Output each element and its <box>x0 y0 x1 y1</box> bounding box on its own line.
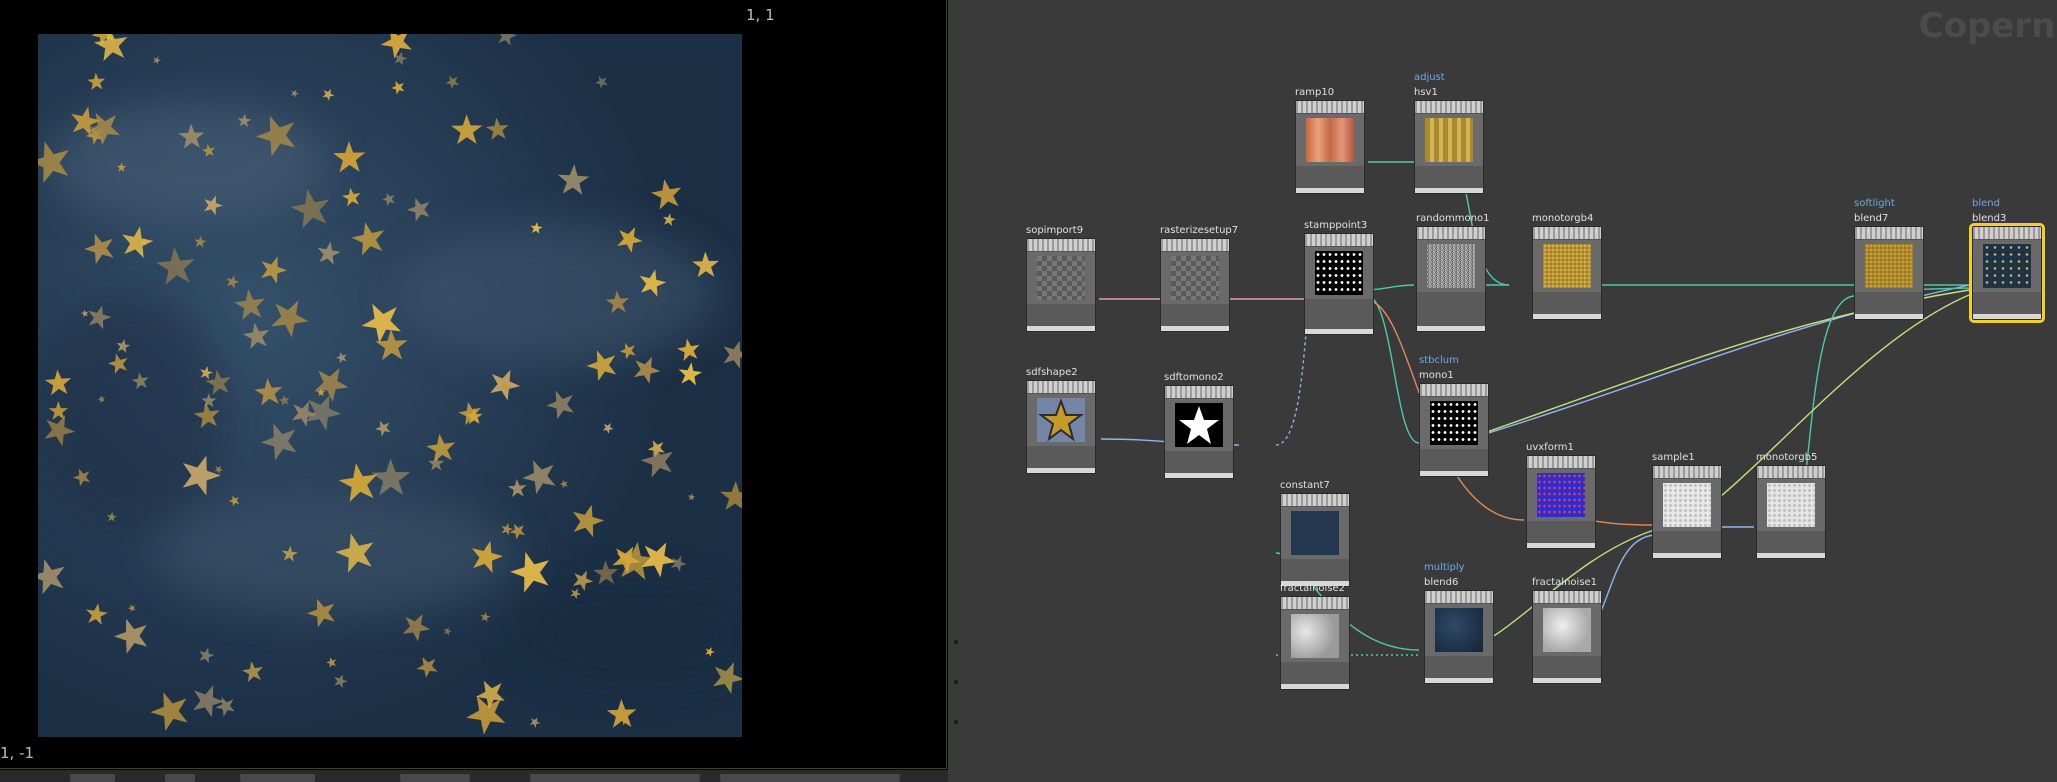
node-tag: softlight <box>1854 198 1895 209</box>
node-label: mono1 <box>1419 370 1454 381</box>
render-canvas[interactable] <box>38 34 742 737</box>
node-blend6[interactable]: multiply blend6 <box>1424 562 1494 684</box>
node-label: sopimport9 <box>1026 225 1084 236</box>
node-thumbnail <box>1291 614 1339 658</box>
network-editor[interactable]: Coperni ramp10 adjust hsv1 sopimport9 ra… <box>964 0 2057 782</box>
node-thumbnail <box>1037 256 1085 300</box>
node-uvxform1[interactable]: uvxform1 <box>1526 442 1596 549</box>
node-thumbnail <box>1865 244 1913 288</box>
node-label: blend7 <box>1854 213 1889 224</box>
node-thumbnail <box>1543 244 1591 288</box>
node-label: monotorgb4 <box>1532 213 1594 224</box>
node-thumbnail <box>1983 244 2031 288</box>
node-sdftomono2[interactable]: sdftomono2 <box>1164 372 1234 479</box>
coord-top-right: 1, 1 <box>746 6 775 24</box>
node-label: uvxform1 <box>1526 442 1574 453</box>
node-label: hsv1 <box>1414 87 1438 98</box>
viewer-toolbar <box>0 770 948 782</box>
node-rasterizesetup7[interactable]: rasterizesetup7 <box>1160 225 1238 332</box>
toolbar-control[interactable] <box>720 774 900 782</box>
node-label: monotorgb5 <box>1756 452 1818 463</box>
node-tag: blend <box>1972 198 2000 209</box>
toolbar-control[interactable] <box>240 774 315 782</box>
node-thumbnail <box>1430 401 1478 445</box>
node-label: sample1 <box>1652 452 1695 463</box>
image-viewer[interactable]: 1, 1 1, -1 <box>0 0 948 782</box>
node-thumbnail <box>1171 256 1219 300</box>
node-ramp10[interactable]: ramp10 <box>1295 87 1365 194</box>
node-label: constant7 <box>1280 480 1330 491</box>
pane-divider[interactable] <box>948 0 964 782</box>
node-fractalnoise1[interactable]: fractalnoise1 <box>1532 577 1602 684</box>
node-monotorgb5[interactable]: monotorgb5 <box>1756 452 1826 559</box>
node-hsv1[interactable]: adjust hsv1 <box>1414 72 1484 194</box>
node-label: sdftomono2 <box>1164 372 1224 383</box>
node-label: fractalnoise2 <box>1280 583 1346 594</box>
node-tag: stbclum <box>1419 355 1459 366</box>
node-tag: adjust <box>1414 72 1445 83</box>
node-fractalnoise2[interactable]: fractalnoise2 <box>1280 583 1350 690</box>
node-thumbnail <box>1663 483 1711 527</box>
node-sopimport9[interactable]: sopimport9 <box>1026 225 1096 332</box>
node-thumbnail <box>1175 403 1223 447</box>
node-thumbnail <box>1315 251 1363 295</box>
node-blend3[interactable]: blend blend3 <box>1969 198 2045 323</box>
node-label: stamppoint3 <box>1304 220 1368 231</box>
node-label: randommono1 <box>1416 213 1490 224</box>
node-thumbnail <box>1767 483 1815 527</box>
divider-grip-icon[interactable] <box>954 720 958 724</box>
node-mono1[interactable]: stbclum mono1 <box>1419 355 1489 477</box>
node-thumbnail <box>1291 511 1339 555</box>
node-label: ramp10 <box>1295 87 1335 98</box>
node-tag: multiply <box>1424 562 1465 573</box>
node-thumbnail <box>1425 118 1473 162</box>
node-constant7[interactable]: constant7 <box>1280 480 1350 587</box>
node-thumbnail <box>1537 473 1585 517</box>
node-stamppoint3[interactable]: stamppoint3 <box>1304 220 1374 335</box>
toolbar-control[interactable] <box>530 774 700 782</box>
node-thumbnail <box>1427 244 1475 288</box>
node-label: blend6 <box>1424 577 1459 588</box>
toolbar-control[interactable] <box>70 774 115 782</box>
toolbar-control[interactable] <box>165 774 195 782</box>
divider-grip-icon[interactable] <box>954 640 958 644</box>
node-randommono1[interactable]: randommono1 <box>1416 213 1489 332</box>
node-label: rasterizesetup7 <box>1160 225 1239 236</box>
node-thumbnail <box>1543 608 1591 652</box>
node-sample1[interactable]: sample1 <box>1652 452 1722 559</box>
toolbar-control[interactable] <box>400 774 470 782</box>
node-blend7[interactable]: softlight blend7 <box>1854 198 1924 320</box>
divider-grip-icon[interactable] <box>954 680 958 684</box>
node-label: sdfshape2 <box>1026 367 1078 378</box>
node-label: fractalnoise1 <box>1532 577 1598 588</box>
coord-bottom-left: 1, -1 <box>0 744 35 762</box>
node-monotorgb4[interactable]: monotorgb4 <box>1532 213 1602 320</box>
wires-layer <box>1099 161 1970 656</box>
node-thumbnail <box>1037 398 1085 442</box>
node-thumbnail <box>1306 118 1354 162</box>
node-thumbnail <box>1435 608 1483 652</box>
node-label: blend3 <box>1972 213 2007 224</box>
node-sdfshape2[interactable]: sdfshape2 <box>1026 367 1096 474</box>
